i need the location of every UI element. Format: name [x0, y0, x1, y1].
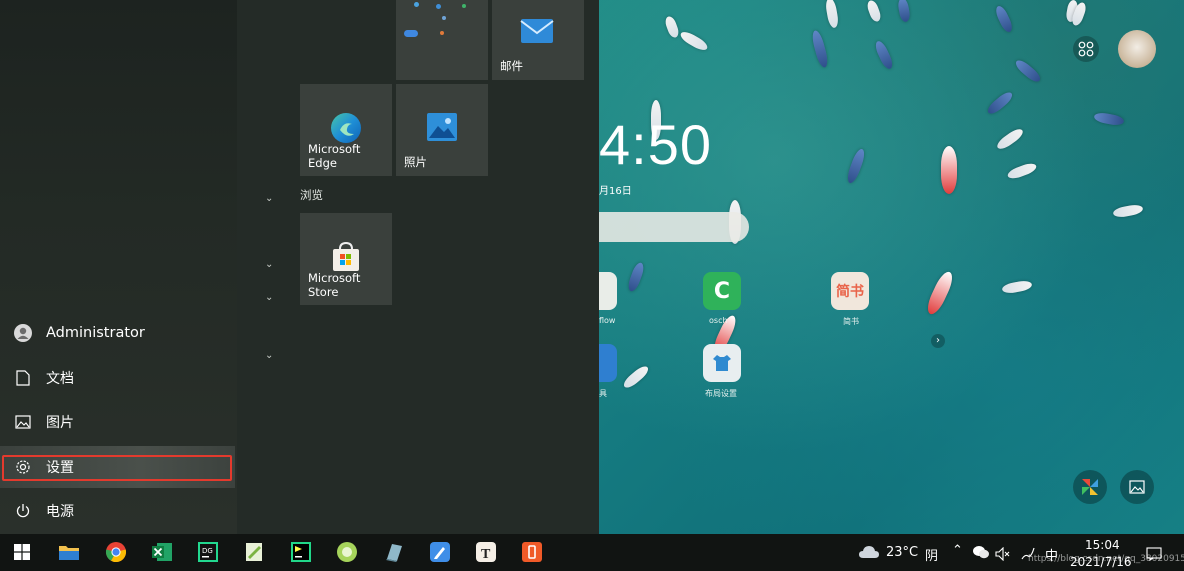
chevron-down-icon[interactable]: ⌄ — [265, 259, 273, 270]
menu-item-label: 电源 — [46, 504, 74, 520]
tool-app-icon[interactable] — [599, 344, 617, 382]
pinwheel-icon[interactable] — [1073, 470, 1107, 504]
boat-image — [845, 147, 867, 185]
boat-image — [985, 89, 1015, 117]
boat-image — [923, 269, 957, 317]
desktop-icon-label: flow — [599, 316, 616, 325]
jianshu-app-icon[interactable]: 简书 — [831, 272, 869, 310]
desktop-clock: 4:50 — [599, 113, 712, 176]
user-account-item[interactable]: Administrator — [0, 312, 235, 354]
menu-item-label: 图片 — [46, 415, 74, 431]
excel-icon[interactable] — [149, 539, 175, 565]
tile-photos[interactable]: 照片 — [396, 84, 488, 176]
apps-grid-icon[interactable] — [1073, 36, 1099, 62]
desktop-icon-label: 具 — [599, 389, 607, 398]
boat-image — [678, 29, 710, 53]
desktop-icon-label: 布局设置 — [705, 389, 737, 398]
svg-text:DG: DG — [202, 547, 213, 555]
boat-image — [994, 126, 1026, 152]
tile-microsoft-edge[interactable]: Microsoft Edge — [300, 84, 392, 176]
pen-app-icon[interactable] — [427, 539, 453, 565]
c-app-icon[interactable]: C — [703, 272, 741, 310]
volume-muted-icon[interactable] — [995, 546, 1011, 565]
chrome-icon[interactable] — [103, 539, 129, 565]
tile-microsoft-store[interactable]: Microsoft Store — [300, 213, 392, 305]
boat-image — [1001, 279, 1033, 295]
desktop-icon-label: osch — [709, 316, 728, 325]
settings-highlight-box — [2, 455, 232, 481]
windows-start-icon[interactable] — [9, 539, 35, 565]
tile-label: Microsoft Edge — [308, 142, 361, 170]
boat-image — [1013, 57, 1043, 85]
boat-image — [873, 39, 895, 71]
chevron-down-icon[interactable]: ⌄ — [265, 350, 273, 361]
pictures-icon — [0, 415, 46, 429]
boat-image — [626, 261, 646, 293]
wechat-icon[interactable] — [972, 545, 990, 564]
jianshu-badge-text: 简书 — [836, 284, 864, 300]
document-icon — [0, 370, 46, 386]
photos-icon — [426, 112, 458, 145]
boat-image — [824, 0, 840, 29]
boat-image — [1112, 203, 1144, 219]
start-menu-left-pane: Administrator 文档 图片 设置 电源 — [0, 0, 237, 534]
chevron-up-icon[interactable]: ⌃ — [952, 543, 963, 558]
desktop-search-bar[interactable] — [599, 212, 749, 242]
notification-icon[interactable] — [1146, 546, 1162, 565]
orange-app-icon[interactable] — [519, 539, 545, 565]
tile-mail[interactable]: 邮件 — [492, 0, 584, 80]
flow-app-icon[interactable] — [599, 272, 617, 310]
chevron-down-icon[interactable]: ⌄ — [265, 193, 273, 204]
menu-item-label: 文档 — [46, 371, 74, 387]
menu-item-documents[interactable]: 文档 — [0, 357, 235, 399]
start-menu-tiles-pane — [237, 0, 599, 534]
weather-dot-icon — [462, 4, 466, 8]
boat-image — [896, 0, 912, 23]
taskbar-time[interactable]: 15:04 — [1085, 538, 1120, 552]
weather-dot-icon — [414, 2, 419, 7]
book-app-icon[interactable] — [381, 539, 407, 565]
image-icon[interactable] — [1120, 470, 1154, 504]
user-name: Administrator — [46, 325, 145, 341]
desktop-wallpaper: 4:50 月16日 flow C osch 简书 简书 具 布局设置 › — [599, 0, 1184, 534]
notepad-plus-icon[interactable] — [241, 539, 267, 565]
weather-temperature[interactable]: 23°C — [886, 545, 918, 560]
cloud-icon[interactable] — [858, 544, 880, 563]
cloud-icon — [404, 30, 418, 37]
desktop-date: 月16日 — [599, 186, 632, 197]
green-app-icon[interactable] — [334, 539, 360, 565]
pycharm-icon[interactable] — [288, 539, 314, 565]
group-label-browse: 浏览 — [300, 188, 323, 202]
boat-image — [810, 29, 830, 69]
boat-image — [941, 146, 957, 194]
tile-label: 邮件 — [500, 59, 523, 73]
weather-dot-icon — [436, 4, 441, 9]
weather-dot-icon — [442, 16, 446, 20]
layout-settings-icon[interactable] — [703, 344, 741, 382]
tile-weather-partial[interactable] — [396, 0, 488, 80]
weather-dot-icon — [440, 31, 444, 35]
tile-label: Microsoft Store — [308, 271, 361, 299]
chevron-down-icon[interactable]: ⌄ — [265, 292, 273, 303]
desktop-icon-label: 简书 — [843, 317, 859, 326]
menu-item-power[interactable]: 电源 — [0, 490, 235, 532]
datagrip-icon[interactable]: DG — [195, 539, 221, 565]
file-explorer-icon[interactable] — [56, 539, 82, 565]
boat-image — [1093, 111, 1125, 127]
avatar[interactable] — [1118, 30, 1156, 68]
menu-item-pictures[interactable]: 图片 — [0, 401, 235, 443]
chevron-right-icon[interactable]: › — [931, 334, 945, 348]
tile-label: 照片 — [404, 155, 427, 169]
mail-icon — [520, 18, 554, 47]
boat-image — [1006, 161, 1038, 181]
avatar — [0, 323, 46, 343]
weather-description[interactable]: 阴 — [925, 545, 938, 564]
boat-image — [865, 0, 883, 24]
boat-image — [621, 363, 651, 391]
boat-image — [993, 4, 1015, 34]
typora-icon[interactable]: T — [473, 539, 499, 565]
boat-image — [663, 14, 681, 40]
svg-text:T: T — [481, 547, 491, 562]
power-icon — [0, 503, 46, 519]
